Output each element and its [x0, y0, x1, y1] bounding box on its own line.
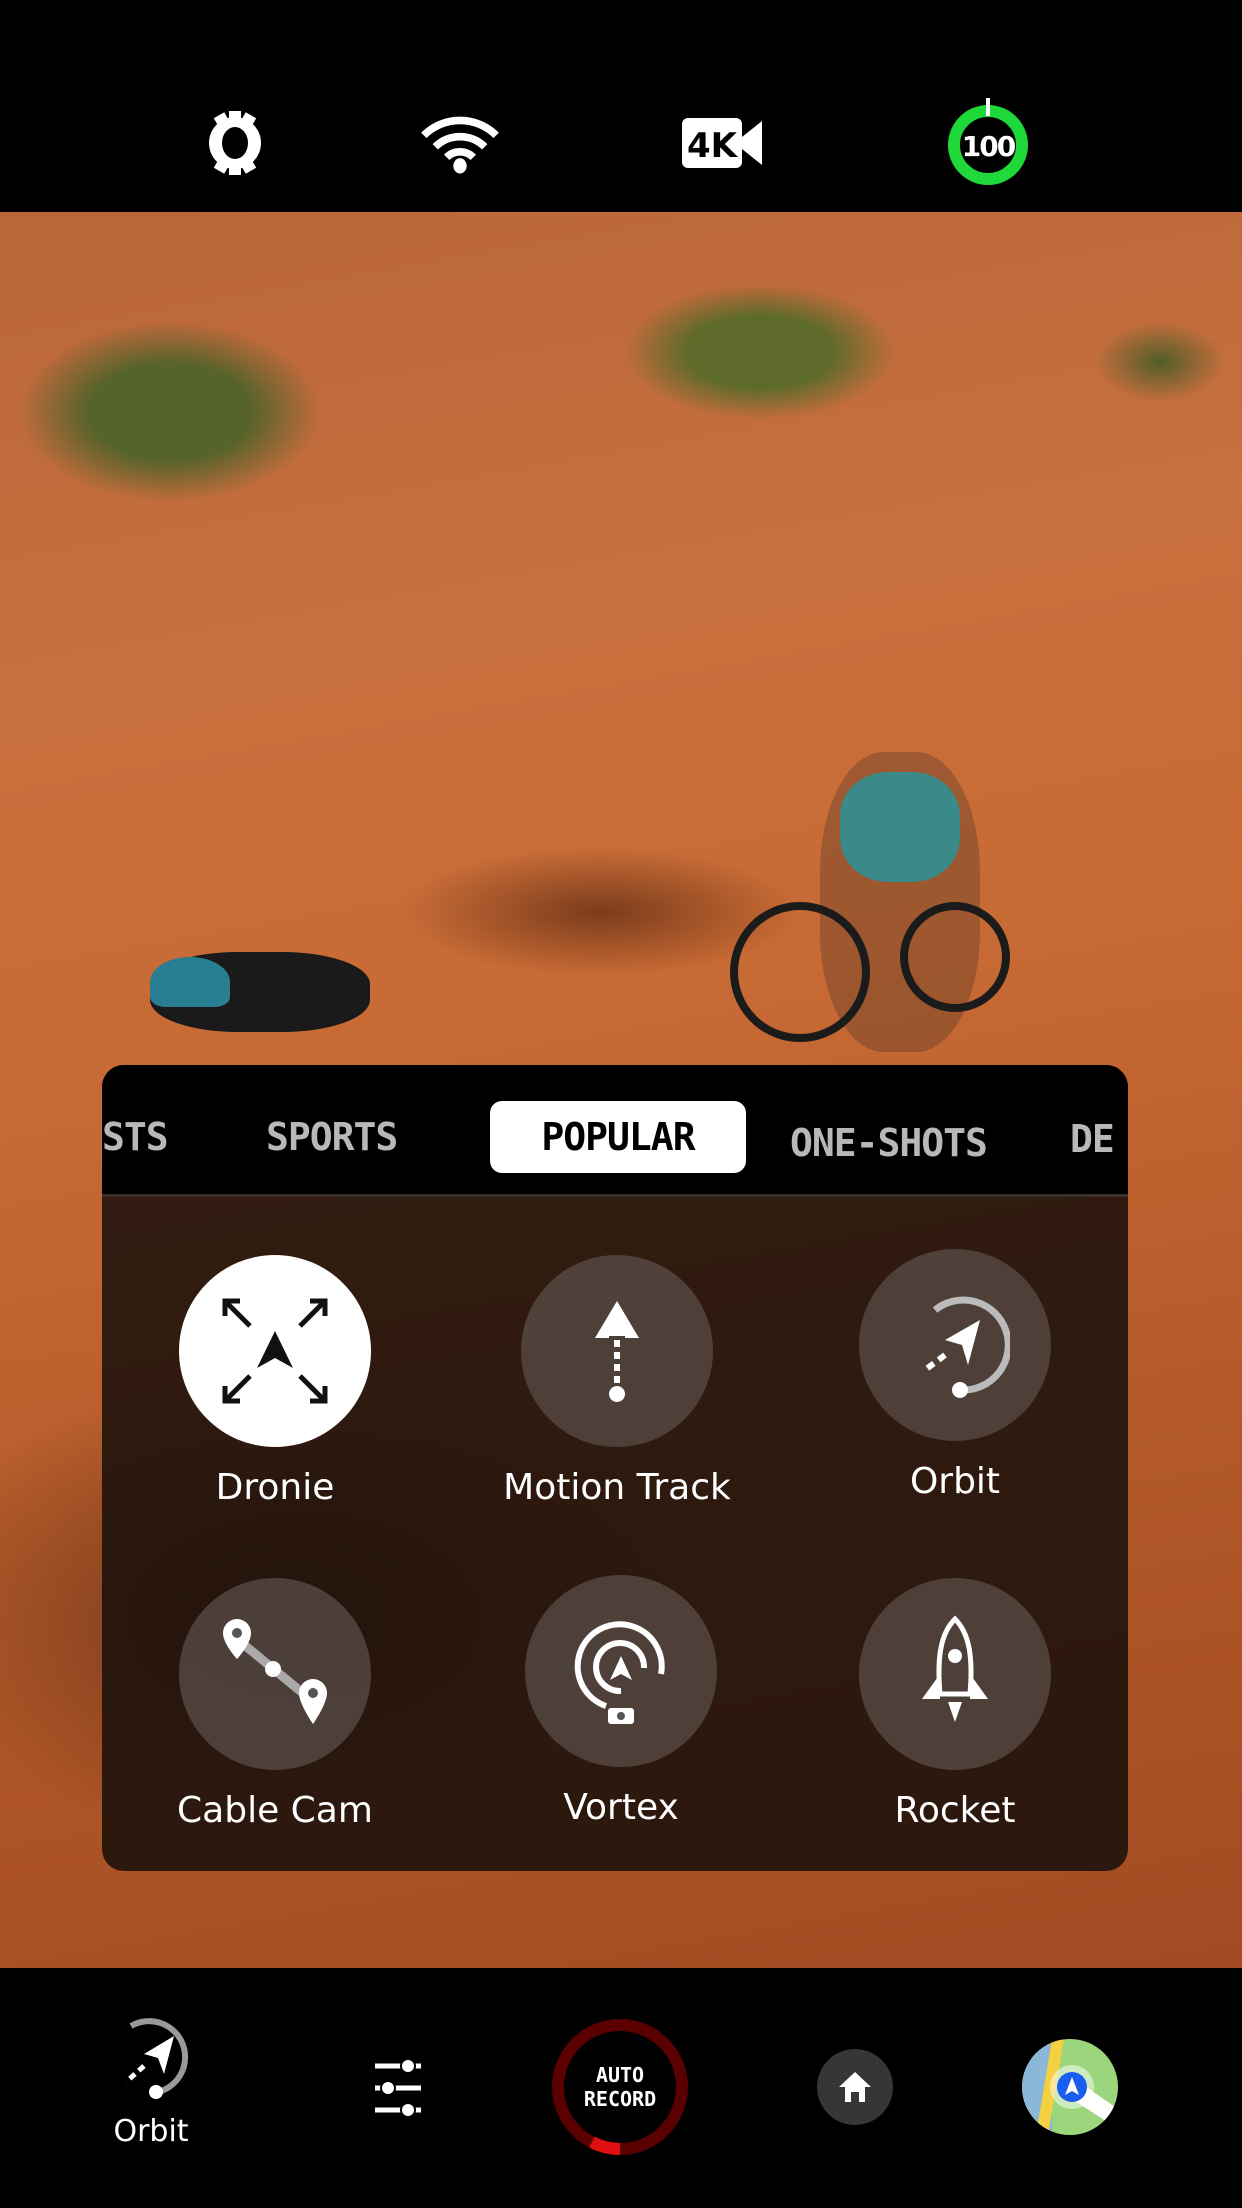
- mode-category-tabs: STS SPORTS POPULAR ONE-SHOTS DE: [102, 1065, 1128, 1197]
- auto-record-button[interactable]: AUTO RECORD: [550, 2017, 690, 2157]
- gear-icon[interactable]: [195, 103, 275, 183]
- rocket-icon: [859, 1578, 1051, 1770]
- video-4k-icon[interactable]: 4K: [682, 103, 768, 183]
- mode-label: Dronie: [215, 1467, 335, 1508]
- bike-wheel: [730, 902, 870, 1042]
- bottom-control-bar: Orbit AUTO RECORD: [0, 1968, 1242, 2208]
- mode-label: Orbit: [909, 1461, 1001, 1502]
- map-icon: [1022, 2039, 1118, 2135]
- top-status-bar: 4K 100: [0, 0, 1242, 212]
- mode-label: Rocket: [894, 1790, 1016, 1831]
- auto-record-line1: AUTO: [595, 2063, 645, 2087]
- mode-label: Vortex: [563, 1787, 679, 1828]
- bike-wheel: [900, 902, 1010, 1012]
- video-quality: 4K: [687, 126, 739, 166]
- mode-rocket[interactable]: Rocket: [805, 1578, 1105, 1831]
- mode-dronie[interactable]: Dronie: [125, 1255, 425, 1508]
- sliders-icon[interactable]: [368, 2056, 428, 2120]
- tab-shorts[interactable]: STS: [102, 1101, 169, 1173]
- mode-label: Cable Cam: [177, 1790, 373, 1831]
- home-button[interactable]: [817, 2049, 893, 2125]
- rider: [840, 772, 960, 882]
- mode-cable-cam[interactable]: Cable Cam: [125, 1578, 425, 1831]
- battery-indicator: 100: [945, 98, 1031, 188]
- cable-cam-icon: [179, 1578, 371, 1770]
- vortex-icon: [525, 1575, 717, 1767]
- wifi-icon[interactable]: [420, 103, 500, 183]
- current-mode-orbit-icon[interactable]: [101, 2012, 201, 2102]
- current-mode-label: Orbit: [113, 2114, 189, 2149]
- home-icon: [839, 2072, 871, 2102]
- map-button[interactable]: [1022, 2039, 1118, 2135]
- mode-orbit[interactable]: Orbit: [805, 1249, 1105, 1502]
- tab-sports[interactable]: SPORTS: [266, 1101, 398, 1173]
- tab-popular[interactable]: POPULAR: [490, 1101, 746, 1173]
- mode-motion-track[interactable]: Motion Track: [467, 1255, 767, 1508]
- tab-one-shots[interactable]: ONE-SHOTS: [790, 1107, 988, 1179]
- tab-next[interactable]: DE: [1070, 1103, 1115, 1175]
- dronie-expand-icon: [179, 1255, 371, 1447]
- mode-label: Motion Track: [503, 1467, 731, 1508]
- flight-mode-panel: STS SPORTS POPULAR ONE-SHOTS DE Dronie M…: [102, 1065, 1128, 1871]
- auto-record-line2: RECORD: [583, 2087, 657, 2111]
- orbit-icon: [859, 1249, 1051, 1441]
- motion-track-icon: [521, 1255, 713, 1447]
- mode-vortex[interactable]: Vortex: [471, 1575, 771, 1828]
- helmet: [150, 957, 230, 1007]
- battery-level: 100: [962, 130, 1016, 163]
